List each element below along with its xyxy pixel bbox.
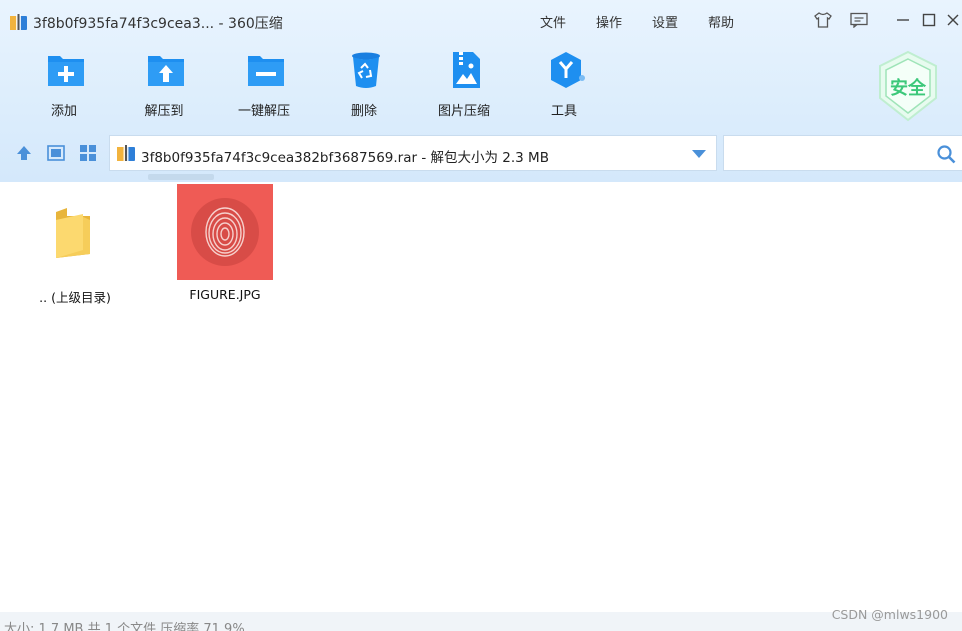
extract-to-icon bbox=[148, 56, 184, 86]
file-item-parent-directory[interactable]: .. (上级目录) bbox=[25, 200, 125, 310]
feedback-button[interactable] bbox=[850, 11, 868, 29]
watermark: CSDN @mlws1900 bbox=[831, 607, 948, 622]
search-box bbox=[723, 135, 962, 171]
thumbnail-view-button[interactable] bbox=[77, 143, 99, 163]
column-scroll-handle[interactable] bbox=[148, 174, 214, 180]
image-compress-label: 图片压缩 bbox=[437, 104, 490, 119]
window-title: 3f8b0f935fa74f3c9cea3... - 360压缩 bbox=[33, 16, 283, 32]
up-level-button[interactable] bbox=[13, 143, 35, 163]
close-icon bbox=[947, 14, 959, 26]
extract-to-button[interactable]: 解压到 bbox=[124, 50, 204, 120]
file-name: FIGURE.JPG bbox=[189, 287, 261, 302]
recycle-bin-icon bbox=[352, 52, 380, 88]
maximize-icon bbox=[922, 13, 936, 27]
menu-operate[interactable]: 操作 bbox=[596, 12, 622, 31]
arrow-up-icon bbox=[17, 146, 31, 160]
fingerprint-icon bbox=[191, 198, 259, 266]
message-icon bbox=[850, 12, 868, 28]
image-compress-button[interactable]: 图片压缩 bbox=[424, 50, 504, 120]
security-badge-label: 安全 bbox=[890, 78, 926, 99]
delete-button[interactable]: 删除 bbox=[324, 50, 404, 120]
delete-label: 删除 bbox=[350, 104, 377, 119]
address-dropdown-icon[interactable] bbox=[692, 150, 706, 158]
title-bar: 3f8b0f935fa74f3c9cea3... - 360压缩 文件 操作 设… bbox=[0, 0, 962, 40]
address-bar[interactable]: 3f8b0f935fa74f3c9cea382bf3687569.rar - 解… bbox=[109, 135, 717, 171]
search-icon[interactable] bbox=[936, 144, 956, 164]
close-button[interactable] bbox=[944, 11, 962, 29]
tools-button[interactable]: 工具 bbox=[524, 50, 604, 120]
list-view-icon bbox=[47, 145, 65, 161]
minimize-icon bbox=[897, 19, 909, 21]
status-bar: 大小: 1.7 MB 共 1 个文件 压缩率 71.9% bbox=[0, 612, 962, 631]
detail-view-button[interactable] bbox=[45, 143, 67, 163]
menu-help[interactable]: 帮助 bbox=[708, 12, 734, 31]
archive-app-icon bbox=[10, 14, 27, 30]
one-click-extract-label: 一键解压 bbox=[237, 104, 290, 119]
add-button[interactable]: 添加 bbox=[24, 50, 104, 120]
security-badge[interactable]: 安全 bbox=[876, 50, 940, 122]
menu-settings[interactable]: 设置 bbox=[652, 12, 678, 31]
tools-icon bbox=[551, 52, 585, 88]
add-folder-icon bbox=[48, 56, 84, 86]
maximize-button[interactable] bbox=[920, 11, 938, 29]
archive-file-icon bbox=[117, 145, 135, 161]
address-path: 3f8b0f935fa74f3c9cea382bf3687569.rar - 解… bbox=[141, 150, 549, 166]
minimize-button[interactable] bbox=[894, 11, 912, 29]
status-text: 大小: 1.7 MB 共 1 个文件 压缩率 71.9% bbox=[4, 622, 245, 631]
extract-to-label: 解压到 bbox=[144, 104, 184, 119]
folder-icon bbox=[56, 208, 90, 258]
tshirt-icon bbox=[814, 12, 832, 28]
image-compress-icon bbox=[453, 52, 480, 88]
one-click-extract-button[interactable]: 一键解压 bbox=[224, 50, 304, 120]
image-thumbnail bbox=[177, 184, 273, 280]
menu-file[interactable]: 文件 bbox=[540, 12, 566, 31]
file-item-figure-jpg[interactable]: FIGURE.JPG bbox=[176, 184, 274, 310]
add-label: 添加 bbox=[50, 104, 77, 119]
grid-view-icon bbox=[80, 145, 96, 161]
skin-button[interactable] bbox=[814, 11, 832, 29]
file-name: .. (上级目录) bbox=[39, 290, 111, 305]
menu-bar: 文件 操作 设置 帮助 bbox=[540, 12, 764, 31]
tools-label: 工具 bbox=[550, 104, 577, 119]
one-click-extract-icon bbox=[248, 56, 284, 86]
search-input[interactable] bbox=[730, 143, 920, 165]
